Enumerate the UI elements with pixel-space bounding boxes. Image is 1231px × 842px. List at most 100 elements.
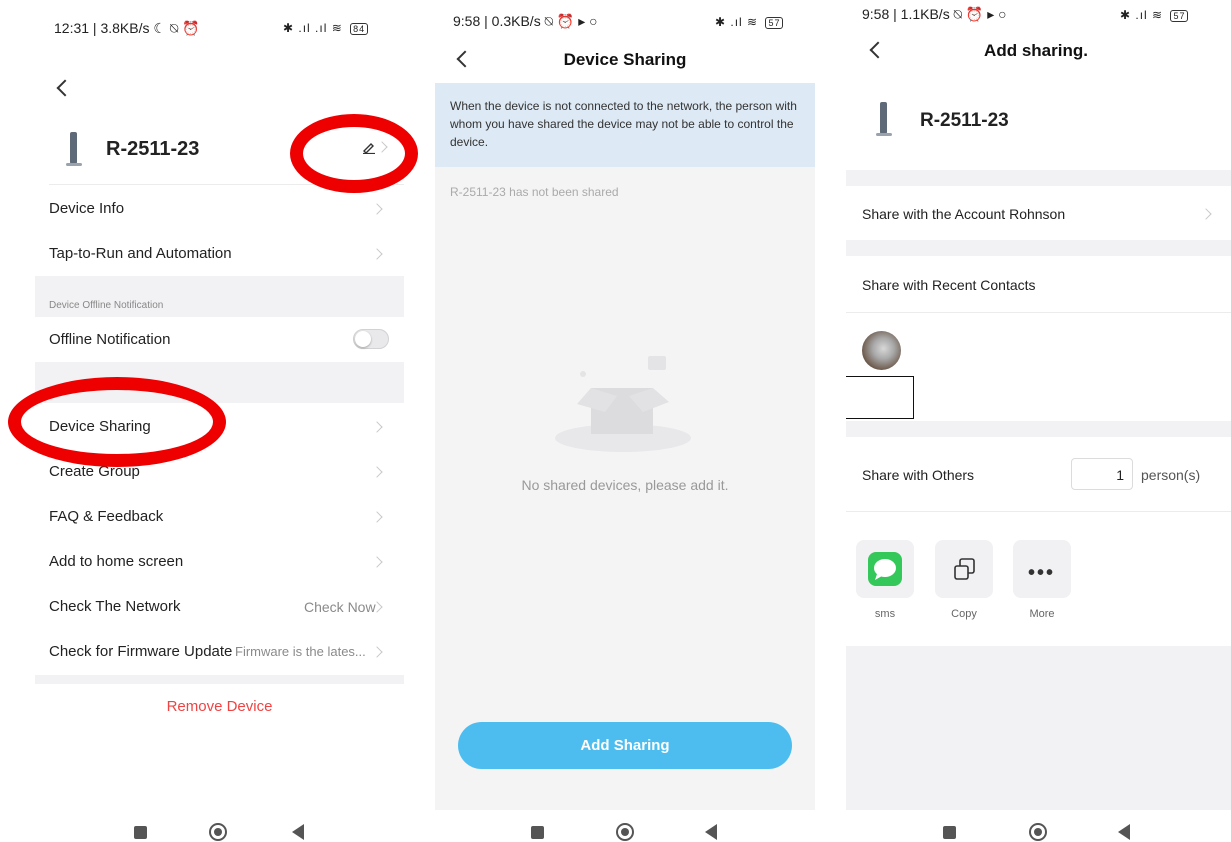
status-time: 12:31 | 3.8KB/s [54, 20, 150, 36]
faq-row[interactable]: FAQ & Feedback [35, 493, 404, 538]
section-gap [846, 421, 1231, 437]
recents-nav-icon[interactable] [531, 826, 544, 839]
battery-icon: 84 [350, 22, 369, 35]
add-home-row[interactable]: Add to home screen [35, 538, 404, 583]
recents-nav-icon[interactable] [134, 826, 147, 839]
status-icons-left: ☾ ⍉ ⏰ [153, 20, 200, 36]
contact-avatar[interactable] [862, 331, 901, 370]
signal-icons: ✱ .ıl ≋ [1120, 8, 1164, 22]
annotation-circle-edit [290, 114, 418, 193]
status-time: 9:58 | 0.3KB/s [453, 13, 541, 29]
device-settings-panel: 12:31 | 3.8KB/s ☾ ⍉ ⏰ ✱ .ıl .ıl ≋ 84 R-2… [0, 0, 435, 842]
not-shared-text: R-2511-23 has not been shared [450, 185, 619, 199]
add-home-label: Add to home screen [49, 553, 184, 570]
page-title: Add sharing. [984, 41, 1088, 60]
chevron-right-icon [371, 466, 383, 478]
page-title: Device Sharing [563, 50, 687, 69]
battery-icon: 57 [765, 16, 784, 29]
status-bar-left: 12:31 | 3.8KB/s ☾ ⍉ ⏰ [54, 20, 200, 37]
firmware-label: Check for Firmware Update [49, 643, 233, 660]
home-nav-icon[interactable] [209, 823, 227, 841]
check-network-row[interactable]: Check The Network Check Now [35, 583, 404, 628]
recents-nav-icon[interactable] [943, 826, 956, 839]
share-others-label: Share with Others [862, 467, 975, 483]
share-recent-row: Share with Recent Contacts [846, 256, 1231, 312]
share-others-row: Share with Others 1 person(s) [846, 437, 1231, 511]
redacted-contact-name-box [846, 376, 914, 419]
check-network-label: Check The Network [49, 598, 181, 615]
empty-box-icon [553, 350, 693, 459]
person-count-input[interactable]: 1 [1071, 458, 1133, 490]
battery-icon: 57 [1170, 9, 1189, 22]
device-name: R-2511-23 [106, 138, 200, 160]
person-count-value: 1 [1116, 467, 1124, 483]
more-share-button[interactable]: ••• [1013, 540, 1071, 598]
status-bar-left: 9:58 | 1.1KB/s ⍉ ⏰ ▸ ○ [862, 6, 1007, 23]
annotation-circle-device-sharing [8, 377, 226, 467]
chevron-right-icon [371, 203, 383, 215]
offline-section-header: Device Offline Notification [35, 276, 404, 317]
add-sharing-panel: 9:58 | 1.1KB/s ⍉ ⏰ ▸ ○ ✱ .ıl ≋ 57 Add sh… [846, 0, 1231, 842]
sms-icon [868, 552, 902, 586]
status-bar-right: ✱ .ıl ≋ 57 [715, 15, 784, 29]
bottom-gray-area [846, 646, 1231, 810]
offline-notification-label: Offline Notification [49, 331, 171, 348]
home-nav-icon[interactable] [616, 823, 634, 841]
copy-share-button[interactable] [935, 540, 993, 598]
firmware-value: Firmware is the lates... [235, 644, 366, 659]
status-icons-left: ⍉ ⏰ ▸ ○ [544, 13, 598, 29]
chevron-right-icon [1200, 208, 1212, 220]
person-unit-label: person(s) [1141, 467, 1201, 483]
home-nav-icon[interactable] [1029, 823, 1047, 841]
device-name: R-2511-23 [920, 110, 1009, 131]
chevron-right-icon [371, 421, 383, 433]
chevron-right-icon [371, 248, 383, 260]
device-info-label: Device Info [49, 200, 125, 217]
signal-icons: ✱ .ıl ≋ [715, 15, 759, 29]
tap-to-run-row[interactable]: Tap-to-Run and Automation [35, 231, 404, 276]
share-recent-label: Share with Recent Contacts [862, 277, 1036, 293]
toggle-knob [355, 331, 371, 347]
offline-notice: When the device is not connected to the … [435, 83, 815, 167]
section-gap [846, 170, 1231, 186]
back-icon[interactable] [56, 79, 74, 97]
device-sharing-panel: 9:58 | 0.3KB/s ⍉ ⏰ ▸ ○ ✱ .ıl ≋ 57 Device… [435, 0, 815, 842]
status-icons-left: ⍉ ⏰ ▸ ○ [953, 6, 1007, 22]
home-dot [214, 828, 222, 836]
device-icon [872, 100, 896, 145]
offline-section-label: Device Offline Notification [49, 300, 164, 311]
back-nav-icon[interactable] [1118, 824, 1130, 840]
status-bar-right: ✱ .ıl ≋ 57 [1120, 8, 1189, 22]
section-gap [35, 675, 404, 684]
status-bar-right: ✱ .ıl .ıl ≋ 84 [283, 21, 369, 35]
chevron-right-icon [371, 511, 383, 523]
add-sharing-button[interactable]: Add Sharing [458, 722, 792, 769]
back-nav-icon[interactable] [705, 824, 717, 840]
add-sharing-label: Add Sharing [580, 737, 670, 754]
share-account-row[interactable]: Share with the Account Rohnson [846, 186, 1231, 240]
signal-icons: ✱ .ıl .ıl ≋ [283, 21, 343, 35]
status-bar-left: 9:58 | 0.3KB/s ⍉ ⏰ ▸ ○ [453, 13, 598, 30]
check-network-value: Check Now [304, 599, 376, 615]
more-dots-icon: ••• [1028, 562, 1056, 584]
sms-share-button[interactable] [856, 540, 914, 598]
firmware-row[interactable]: Check for Firmware Update Firmware is th… [35, 628, 404, 675]
copy-label: Copy [951, 608, 977, 620]
empty-state-text: No shared devices, please add it. [521, 477, 729, 493]
status-time: 9:58 | 1.1KB/s [862, 6, 950, 22]
back-nav-icon[interactable] [292, 824, 304, 840]
offline-notification-toggle[interactable] [353, 329, 389, 349]
more-label: More [1029, 608, 1055, 620]
remove-device-button[interactable]: Remove Device [35, 698, 404, 715]
home-dot [1034, 828, 1042, 836]
tap-to-run-label: Tap-to-Run and Automation [49, 245, 232, 262]
chevron-right-icon [371, 646, 383, 658]
sms-label: sms [874, 608, 896, 620]
copy-icon [952, 557, 978, 588]
offline-notification-row: Offline Notification [35, 317, 404, 362]
chevron-right-icon [371, 556, 383, 568]
divider [846, 312, 1231, 313]
notice-text: When the device is not connected to the … [450, 99, 797, 149]
home-dot [621, 828, 629, 836]
section-gap [846, 240, 1231, 256]
